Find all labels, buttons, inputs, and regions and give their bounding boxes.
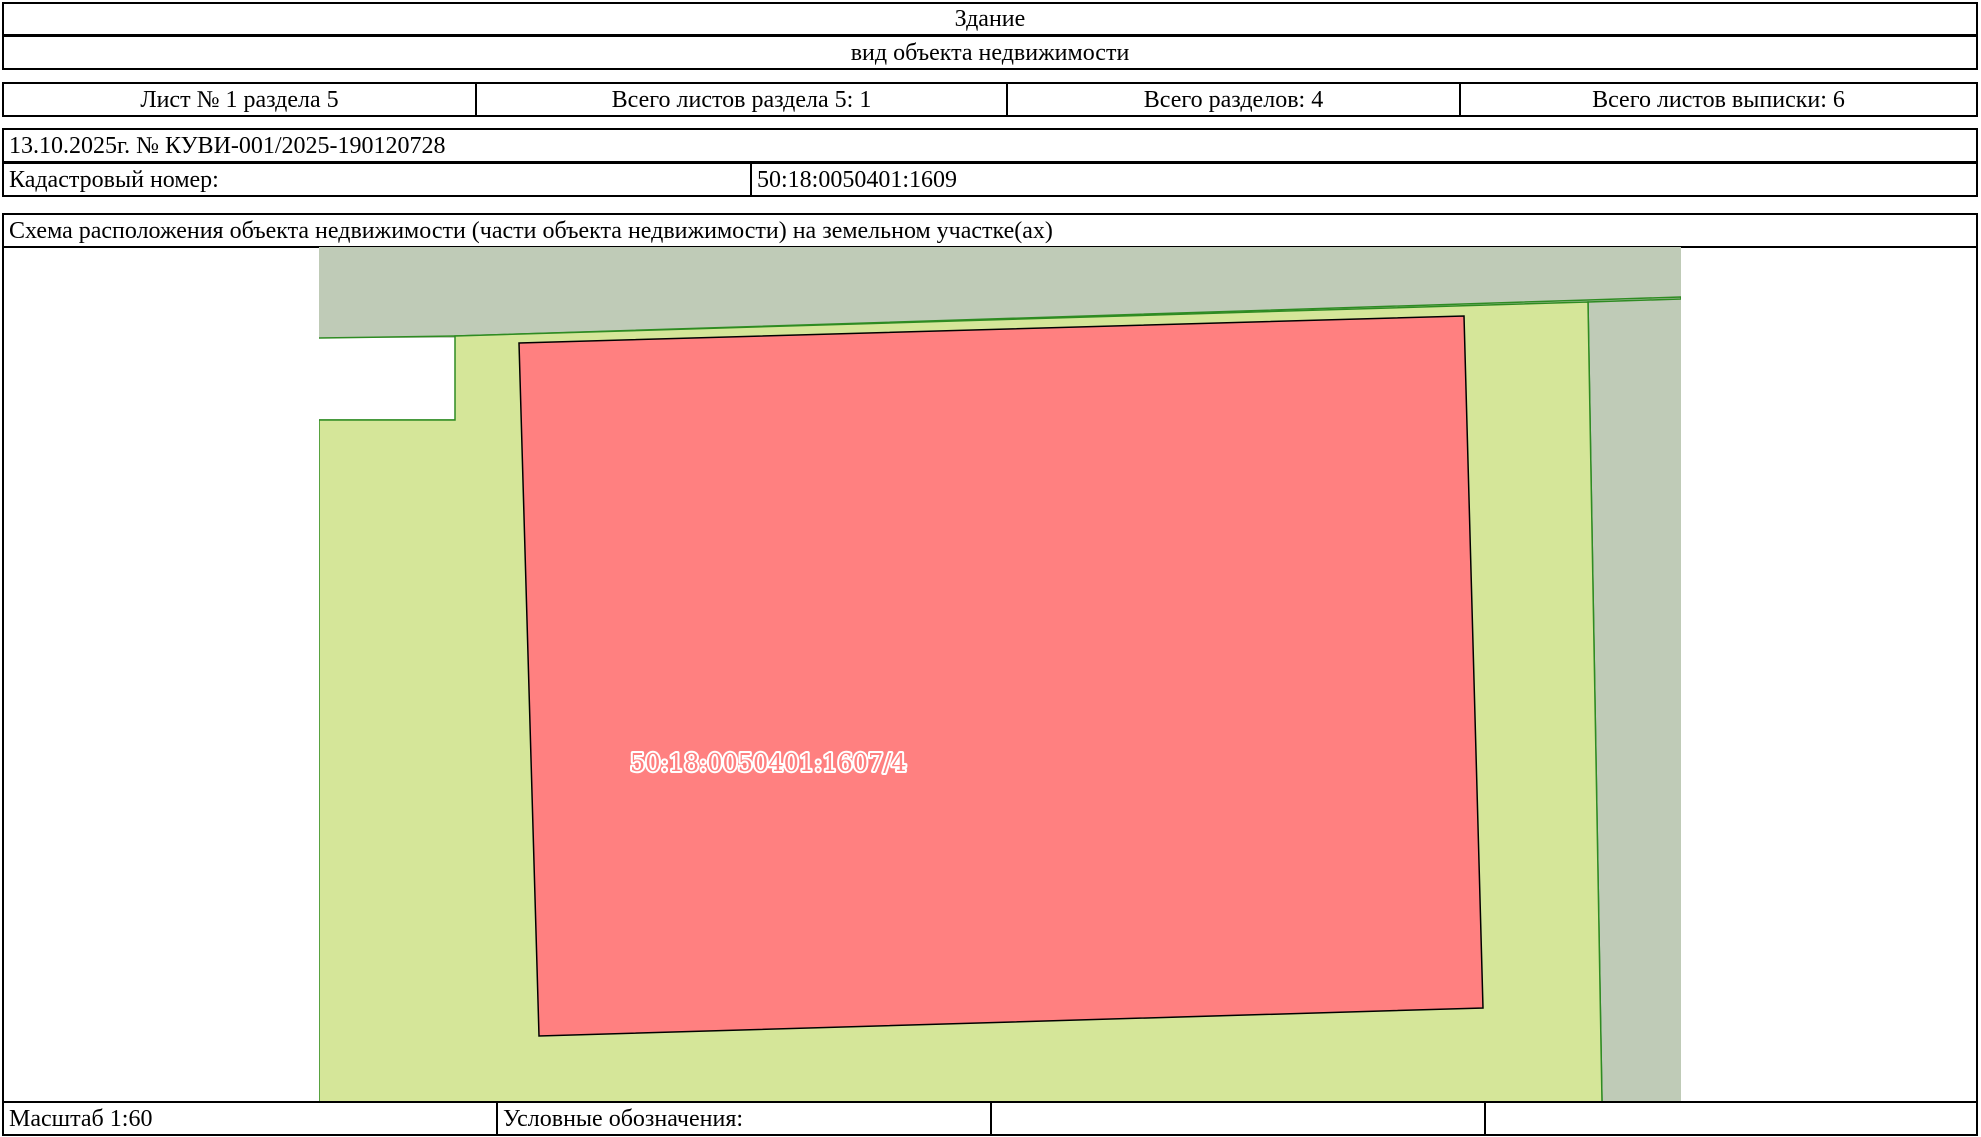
scale-label: Масштаб 1:60 [9, 1105, 153, 1132]
scheme-title: Схема расположения объекта недвижимости … [9, 217, 1053, 244]
cadastral-number-row: Кадастровый номер: 50:18:0050401:1609 [2, 162, 1978, 197]
sheet-number: Лист № 1 раздела 5 [140, 86, 339, 113]
building-contour [518, 315, 1484, 1037]
total-sections: Всего разделов: 4 [1006, 84, 1459, 115]
footer-row: Масштаб 1:60 Условные обозначения: [2, 1101, 1978, 1136]
section-sheets-count: Всего листов раздела 5: 1 [475, 84, 1006, 115]
scheme-plan: 50:18:0050401:1607/4 [319, 247, 1681, 1102]
object-kind-row: вид объекта недвижимости [2, 35, 1978, 70]
scheme-map: 50:18:0050401:1607/4 [2, 245, 1978, 1102]
object-kind-caption: вид объекта недвижимости [850, 39, 1130, 66]
legend-cell [990, 1103, 1484, 1134]
object-type: Здание [954, 6, 1026, 32]
object-type-row: Здание [2, 2, 1978, 36]
legend-label: Условные обозначения: [496, 1103, 990, 1134]
cadastral-number-label: Кадастровый номер: [9, 166, 219, 193]
legend-cell [1484, 1103, 1976, 1134]
extract-date-number-row: 13.10.2025г. № КУВИ-001/2025-190120728 [2, 128, 1978, 163]
blank-area [319, 338, 456, 426]
scheme-title-row: Схема расположения объекта недвижимости … [2, 213, 1978, 248]
sheet-info-row: Лист № 1 раздела 5 Всего листов раздела … [2, 82, 1978, 117]
parcel-part-label: 50:18:0050401:1607/4 [630, 749, 907, 777]
extract-date-number: 13.10.2025г. № КУВИ-001/2025-190120728 [9, 132, 446, 159]
cadastral-number-value: 50:18:0050401:1609 [750, 164, 1976, 195]
total-sheets: Всего листов выписки: 6 [1459, 84, 1976, 115]
